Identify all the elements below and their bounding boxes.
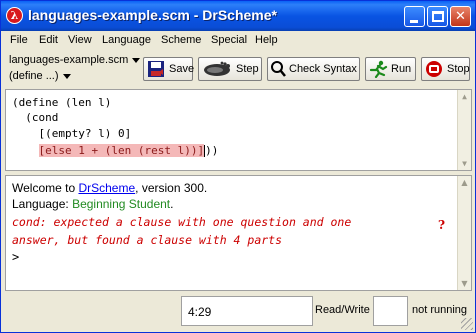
language-line: Language: Beginning Student.	[12, 197, 174, 211]
menu-bar: File Edit View Language Scheme Special H…	[1, 32, 475, 50]
language-name: Beginning Student	[72, 197, 171, 211]
save-label: Save	[169, 63, 195, 75]
interactions-scrollbar[interactable]: ▲ ▼	[457, 176, 471, 290]
scroll-up-icon[interactable]: ▲	[458, 90, 471, 103]
minimize-icon	[410, 20, 418, 23]
running-status: not running	[412, 304, 468, 316]
running-man-icon	[368, 60, 388, 79]
definitions-editor[interactable]: (define (len l) (cond [(empty? l) 0] [el…	[5, 89, 472, 171]
error-help-icon[interactable]: ?	[438, 218, 445, 232]
stop-sign-icon	[424, 60, 444, 78]
gc-indicator	[373, 296, 408, 326]
define-menu-label: (define ...)	[9, 70, 59, 82]
read-write-mode: Read/Write	[315, 304, 370, 316]
scroll-up-icon[interactable]: ▲	[458, 176, 471, 189]
define-menu[interactable]: (define ...)	[9, 70, 71, 82]
menu-edit[interactable]: Edit	[39, 34, 58, 46]
check-syntax-button[interactable]: Check Syntax	[267, 57, 360, 81]
scroll-down-icon[interactable]: ▼	[458, 157, 471, 170]
code-line-1: (define (len l)	[12, 96, 112, 109]
step-label: Step	[236, 63, 259, 75]
toolbar: languages-example.scm (define ...) Save …	[1, 51, 475, 87]
check-syntax-label: Check Syntax	[289, 63, 357, 75]
magnifier-icon	[270, 60, 286, 78]
menu-special[interactable]: Special	[211, 34, 247, 46]
title-bar[interactable]: λ languages-example.scm - DrScheme* ✕	[1, 1, 475, 31]
menu-scheme[interactable]: Scheme	[161, 34, 201, 46]
code-line-4: [else 1 + (len (rest l))]))	[12, 144, 218, 157]
cursor-position[interactable]: 4:29	[181, 296, 313, 326]
run-label: Run	[391, 63, 412, 75]
welcome-suffix: , version 300.	[135, 181, 208, 195]
menu-help[interactable]: Help	[255, 34, 278, 46]
window-title: languages-example.scm - DrScheme*	[28, 7, 277, 23]
code-closing: ))	[205, 144, 219, 157]
close-button[interactable]: ✕	[450, 6, 471, 27]
run-button[interactable]: Run	[365, 57, 416, 81]
footprint-icon	[201, 60, 233, 78]
error-highlight: [else 1 + (len (rest l))]	[38, 144, 205, 157]
language-prefix: Language:	[12, 197, 73, 211]
chevron-down-icon	[132, 57, 141, 63]
floppy-disk-icon	[146, 60, 166, 78]
error-message-line-1: cond: expected a clause with one questio…	[12, 215, 352, 229]
menu-view[interactable]: View	[68, 34, 92, 46]
code-line-3: [(empty? l) 0]	[12, 127, 132, 140]
menu-file[interactable]: File	[10, 34, 28, 46]
repl-prompt[interactable]: >	[12, 250, 19, 264]
minimize-button[interactable]	[404, 6, 425, 27]
save-button[interactable]: Save	[143, 57, 195, 81]
maximize-button[interactable]	[427, 6, 448, 27]
welcome-line: Welcome to DrScheme, version 300.	[12, 181, 207, 195]
language-suffix: .	[170, 197, 174, 211]
step-button[interactable]: Step	[198, 57, 262, 81]
close-icon: ✕	[455, 9, 466, 24]
scroll-down-icon[interactable]: ▼	[458, 277, 471, 290]
code-line-2: (cond	[12, 111, 59, 124]
drscheme-link[interactable]: DrScheme	[78, 181, 135, 195]
editor-scrollbar[interactable]: ▲ ▼	[457, 90, 471, 170]
stop-button[interactable]: Stop	[421, 57, 470, 81]
file-name-menu[interactable]: languages-example.scm	[9, 54, 141, 66]
stop-label: Stop	[447, 63, 470, 75]
error-message-line-2: answer, but found a clause with 4 parts	[12, 233, 283, 247]
menu-language[interactable]: Language	[102, 34, 151, 46]
file-name-label: languages-example.scm	[9, 54, 129, 66]
status-bar: 4:29 Read/Write not running	[1, 292, 475, 332]
drscheme-window: λ languages-example.scm - DrScheme* ✕ Fi…	[0, 0, 476, 333]
welcome-prefix: Welcome to	[12, 181, 79, 195]
drscheme-lambda-icon[interactable]: λ	[6, 7, 23, 24]
interactions-pane[interactable]: Welcome to DrScheme, version 300. Langua…	[5, 175, 472, 291]
maximize-icon	[432, 11, 444, 22]
resize-grip-icon[interactable]	[461, 318, 473, 330]
chevron-down-icon	[62, 73, 71, 79]
